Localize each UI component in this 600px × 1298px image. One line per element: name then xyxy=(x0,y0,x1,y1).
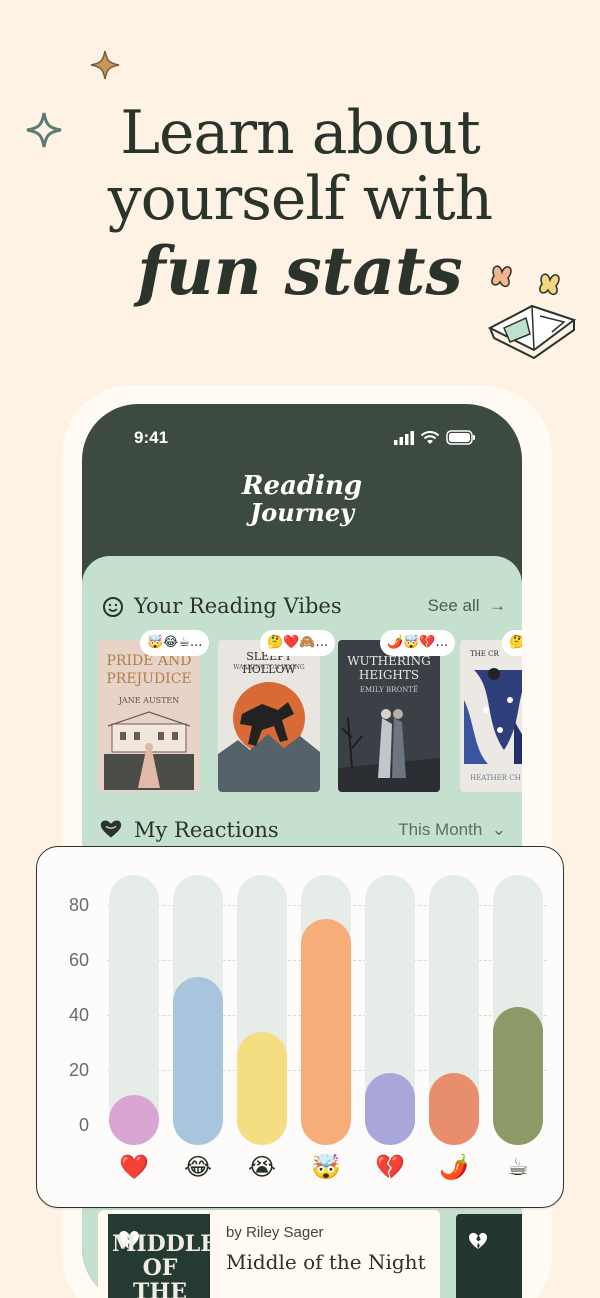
status-time: 9:41 xyxy=(134,428,169,447)
reaction-pill: 🌶️🤯💔... xyxy=(380,630,455,656)
status-bar: 9:41 xyxy=(82,426,522,450)
book-author: WASHINGTON IRVING xyxy=(233,664,305,671)
book-author: JANE AUSTEN xyxy=(118,696,180,705)
logo-line-1: Reading xyxy=(241,471,363,501)
x-category-label: 😂 xyxy=(183,1153,213,1181)
book-cover[interactable]: PRIDE AND PREJUDICE JANE AUSTEN xyxy=(98,640,200,792)
book-carousel[interactable]: PRIDE AND PREJUDICE JANE AUSTEN 🤯😂☕... S… xyxy=(98,630,522,800)
app-logo: Reading Journey xyxy=(82,472,522,526)
book-title: WUTHERING HEIGHTS xyxy=(347,654,431,682)
x-category-label: 🌶️ xyxy=(439,1153,469,1181)
see-all-link[interactable]: See all → xyxy=(428,596,506,616)
book-title: PRIDE AND PREJUDICE xyxy=(106,653,192,687)
reaction-bar[interactable] xyxy=(429,1073,479,1145)
status-icons xyxy=(394,430,476,445)
signal-icon xyxy=(394,430,414,445)
x-category-label: ❤️ xyxy=(119,1153,149,1181)
book-author: EMILY BRONTË xyxy=(359,686,419,694)
x-category-label: 🤯 xyxy=(311,1153,341,1181)
x-category-label: 😭 xyxy=(247,1153,277,1181)
x-category-label: ☕ xyxy=(507,1153,529,1181)
period-label: This Month xyxy=(398,820,483,839)
couple-illustration-icon xyxy=(338,709,440,792)
current-book-card[interactable]: MIDDLE OF THE NIGHT by Riley Sager Middl… xyxy=(98,1210,440,1298)
book-cover[interactable]: SLEEPY HOLLOW WASHINGTON IRVING xyxy=(218,640,320,792)
next-book-cover[interactable] xyxy=(456,1214,522,1298)
current-book-cover: MIDDLE OF THE NIGHT xyxy=(108,1214,210,1298)
reaction-bar[interactable] xyxy=(365,1073,415,1145)
book-author: HEATHER CH xyxy=(470,774,521,782)
broken-heart-icon xyxy=(469,1232,487,1250)
y-tick-label: 40 xyxy=(68,1004,89,1025)
headless-horseman-illustration-icon xyxy=(218,682,320,792)
arrow-right-icon: → xyxy=(484,596,506,615)
logo-line-2: Journey xyxy=(249,498,355,527)
y-tick-label: 80 xyxy=(68,894,89,915)
chevron-down-icon: ⌄ xyxy=(487,820,506,839)
x-category-label: 💔 xyxy=(375,1153,405,1181)
battery-icon xyxy=(446,430,475,445)
reading-vibes-title: Your Reading Vibes xyxy=(134,594,342,618)
book-butterfly-doodle-icon xyxy=(487,265,577,360)
see-all-label: See all xyxy=(427,596,480,615)
reaction-pill: 🤔 xyxy=(502,630,522,656)
current-book-title: Middle of the Night xyxy=(226,1250,426,1274)
heart-icon xyxy=(100,820,122,838)
headline-line-2: yourself with xyxy=(107,164,493,234)
y-tick-label: 20 xyxy=(68,1059,89,1080)
abstract-pattern-illustration-icon xyxy=(464,668,522,764)
book-cover[interactable]: WUTHERING HEIGHTS EMILY BRONTË xyxy=(338,640,440,792)
sparkle-icon xyxy=(90,50,120,80)
sparkle-icon xyxy=(26,112,62,148)
headline-line-1: Learn about xyxy=(120,98,481,168)
reaction-pill: 🤯😂☕... xyxy=(140,630,210,656)
reaction-bar[interactable] xyxy=(173,976,223,1145)
book-cover[interactable]: THE CR HEATHER CH xyxy=(460,640,522,792)
smiley-icon xyxy=(103,597,123,617)
reactions-chart-card: 0 20 40 60 80 ❤️ 😂 😭 🤯 💔 🌶️ ☕ xyxy=(36,846,564,1208)
manor-illustration-icon xyxy=(104,711,194,790)
period-dropdown[interactable]: This Month ⌄ xyxy=(398,820,506,840)
reaction-bar[interactable] xyxy=(237,1032,287,1145)
current-book-author: by Riley Sager xyxy=(226,1224,324,1241)
my-reactions-title: My Reactions xyxy=(134,818,279,842)
y-tick-label: 0 xyxy=(78,1115,89,1135)
reaction-pill: 🤔❤️🙈... xyxy=(260,630,335,656)
y-tick-label: 60 xyxy=(68,949,89,970)
reaction-bar[interactable] xyxy=(493,1007,543,1145)
current-book-cover-text: MIDDLE OF THE NIGHT xyxy=(112,1231,210,1298)
reaction-bar[interactable] xyxy=(301,919,351,1145)
wifi-icon xyxy=(420,430,440,444)
reaction-bar[interactable] xyxy=(109,1095,159,1145)
